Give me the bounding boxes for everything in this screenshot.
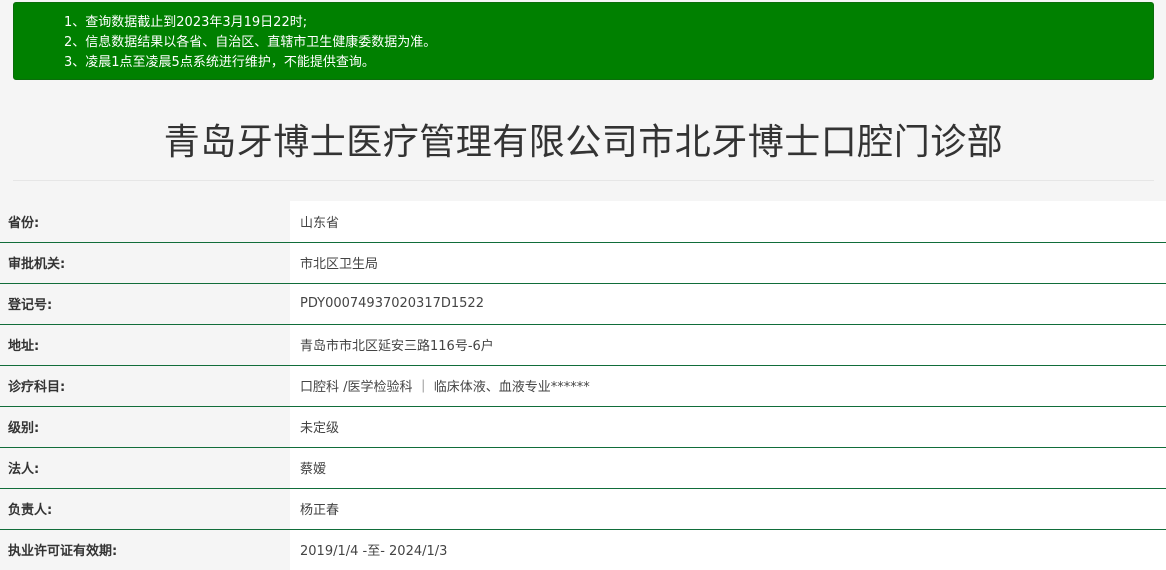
row-value-license-validity: 2019/1/4 -至- 2024/1/3 — [290, 529, 1166, 570]
row-value-province: 山东省 — [290, 201, 1166, 243]
row-value-approval-authority: 市北区卫生局 — [290, 242, 1166, 284]
row-value-level: 未定级 — [290, 406, 1166, 448]
notice-line-3: 3、凌晨1点至凌晨5点系统进行维护，不能提供查询。 — [64, 55, 375, 70]
row-value-person-in-charge: 杨正春 — [290, 488, 1166, 530]
row-label-level: 级别: — [0, 406, 290, 448]
title-section: 青岛牙博士医疗管理有限公司市北牙博士口腔门诊部 — [13, 100, 1154, 181]
row-value-registration-number: PDY00074937020317D1522 — [290, 283, 1166, 325]
row-label-license-validity: 执业许可证有效期: — [0, 529, 290, 570]
page-title: 青岛牙博士医疗管理有限公司市北牙博士口腔门诊部 — [163, 122, 1004, 163]
notice-line-1: 1、查询数据截止到2023年3月19日22时; — [64, 15, 308, 30]
table-row: 地址: 青岛市市北区延安三路116号-6户 — [0, 324, 1166, 366]
notice-line-2: 2、信息数据结果以各省、自治区、直辖市卫生健康委数据为准。 — [64, 35, 437, 50]
info-table: 省份: 山东省 审批机关: 市北区卫生局 登记号: PDY00074937020… — [0, 201, 1166, 570]
table-row: 登记号: PDY00074937020317D1522 — [0, 283, 1166, 325]
row-label-registration-number: 登记号: — [0, 283, 290, 325]
row-label-province: 省份: — [0, 201, 290, 243]
table-row: 负责人: 杨正春 — [0, 488, 1166, 530]
table-row: 审批机关: 市北区卫生局 — [0, 242, 1166, 284]
row-label-person-in-charge: 负责人: — [0, 488, 290, 530]
row-label-departments: 诊疗科目: — [0, 365, 290, 407]
table-row: 法人: 蔡嫒 — [0, 447, 1166, 489]
table-row: 诊疗科目: 口腔科 /医学检验科 ｜ 临床体液、血液专业****** — [0, 365, 1166, 407]
row-label-address: 地址: — [0, 324, 290, 366]
row-label-legal-person: 法人: — [0, 447, 290, 489]
row-label-approval-authority: 审批机关: — [0, 242, 290, 284]
table-row: 执业许可证有效期: 2019/1/4 -至- 2024/1/3 — [0, 529, 1166, 570]
table-row: 级别: 未定级 — [0, 406, 1166, 448]
row-value-legal-person: 蔡嫒 — [290, 447, 1166, 489]
row-value-address: 青岛市市北区延安三路116号-6户 — [290, 324, 1166, 366]
notice-banner: 1、查询数据截止到2023年3月19日22时; 2、信息数据结果以各省、自治区、… — [13, 2, 1154, 80]
row-value-departments: 口腔科 /医学检验科 ｜ 临床体液、血液专业****** — [290, 365, 1166, 407]
table-row: 省份: 山东省 — [0, 201, 1166, 243]
